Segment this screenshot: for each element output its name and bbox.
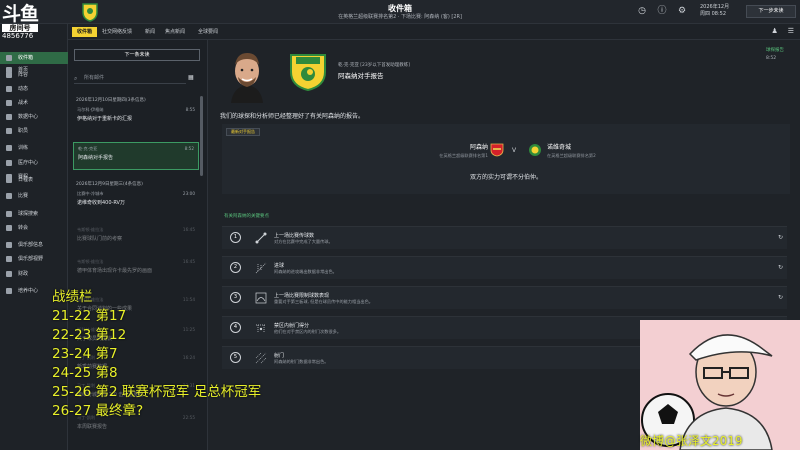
record-line: 26-27 最终章? [52, 403, 144, 419]
nav-item-data-hub[interactable]: 数据中心 [0, 111, 68, 123]
team-a[interactable]: 阿森纳 在英格兰超级联赛排名第1 [392, 142, 488, 159]
page-subtitle: 在英格兰超级联赛排名第2 · 下场比赛: 阿森纳 (客) [2R] [338, 14, 462, 20]
training-icon [6, 144, 12, 151]
message-intro: 我们的球探和分析师已经整理好了有关阿森纳的报告。 [220, 113, 365, 120]
record-line: 22-23 第12 [52, 327, 127, 343]
nav-item-club-vision[interactable]: 俱乐部视野 [0, 253, 68, 265]
search-input[interactable]: ⌕ 所有邮件 [74, 73, 186, 84]
tab-inbox[interactable]: 收件箱 [72, 27, 98, 37]
pass-icon [255, 232, 267, 244]
key-points-title: 有关阿森纳的关键要点 [224, 214, 269, 219]
versus-label: V [512, 147, 517, 154]
streamer-avatar-illustration [640, 320, 800, 450]
fm-window: 收件箱 在英格兰超级联赛排名第2 · 下场比赛: 阿森纳 (客) [2R] ◷ … [0, 0, 800, 450]
list-item[interactable]: 马尔科·伊格纳 伊格纳对于重新卡的汇报 8:55 [73, 104, 199, 132]
date-group-header: 2026年12月10日星期四(3条信息) [76, 98, 146, 103]
douyu-logo: 斗鱼 [2, 3, 39, 25]
list-item[interactable]: 韦斯顿·维拉法 德甲体育场出现许卡最先罗的画面 16:45 [73, 256, 199, 284]
vision-icon [6, 255, 12, 262]
norwich-small-crest-icon [529, 144, 541, 156]
record-line: 25-26 第2 联赛杯冠军 足总杯冠军 [52, 384, 262, 400]
list-item[interactable]: 韦斯顿·维拉法 比赛球队门前的考察 16:45 [73, 224, 199, 252]
douyu-watermark: 斗鱼 房间号 4856776 [2, 3, 39, 44]
arsenal-crest-icon [490, 143, 504, 157]
team-b[interactable]: 诺维奇城 在英格兰超级联赛排名第2 [547, 142, 647, 159]
scouting-icon [6, 210, 12, 217]
record-line: 21-22 第17 [52, 308, 127, 324]
refresh-icon[interactable]: ↻ [778, 234, 783, 241]
club-info-icon [6, 241, 12, 248]
top-bar: 收件箱 在英格兰超级联赛排名第2 · 下场比赛: 阿森纳 (客) [2R] ◷ … [0, 0, 800, 24]
inbox-scrollbar[interactable] [200, 96, 203, 176]
nav-item-transfers[interactable]: 转会 [0, 222, 68, 234]
message-sender: 乾·克·克亚 [23岁以下首发助理教练] [338, 63, 411, 68]
staff-icon [6, 127, 12, 134]
trophy-icon [6, 192, 12, 199]
nav-item-scouting[interactable]: 球探搜索 [0, 208, 68, 220]
clock-icon[interactable]: ◷ [636, 5, 648, 17]
medical-icon [6, 159, 12, 166]
norwich-crest-icon [290, 54, 326, 92]
sender-avatar[interactable] [225, 47, 269, 103]
nav-item-dynamics[interactable]: 动态 [0, 83, 68, 95]
filter-icon[interactable]: ▦ [188, 74, 194, 81]
game-date: 2026年12月 周四 08:52 [700, 4, 730, 17]
chart-icon [6, 113, 12, 120]
record-line: 24-25 第8 [52, 365, 118, 381]
refresh-icon[interactable]: ↻ [778, 294, 783, 301]
latest-report-badge[interactable]: 最新对手报告 [226, 128, 260, 136]
list-item[interactable]: 比赛中·冷城市 诺维奇收到400-RV万 23:00 [73, 188, 199, 216]
nav-item-inbox[interactable]: 收件箱 [0, 52, 68, 64]
club-crest-icon[interactable] [80, 2, 100, 22]
next-unread-button[interactable]: 下一条未读 [74, 49, 200, 61]
matchup-summary: 双方的实力可谓不分伯仲。 [469, 174, 542, 181]
info-icon[interactable]: ⓘ [656, 5, 668, 17]
bell-icon[interactable]: ♟ [771, 27, 777, 35]
list-item-selected[interactable]: 乾·克·克亚 阿森纳对手报告 8:52 [73, 142, 199, 170]
search-icon: ⌕ [74, 75, 78, 82]
season-record-overlay: 战绩栏 21-22 第17 22-23 第12 23-24 第7 24-25 第… [52, 288, 322, 421]
goal-icon [255, 262, 267, 274]
refresh-icon[interactable]: ↻ [778, 264, 783, 271]
key-point[interactable]: 1 上一场比赛传球数 对方在比赛中完成了大量传球。 ↻ [222, 226, 787, 249]
squad-icon [6, 71, 12, 78]
nav-item-staff[interactable]: 职员 [0, 125, 68, 137]
dynamics-icon [6, 85, 12, 92]
tab-news[interactable]: 新闻 [140, 27, 160, 37]
continue-button[interactable]: 下一步未读 [746, 5, 796, 18]
menu-icon[interactable]: ☰ [788, 27, 794, 35]
finances-icon [6, 270, 12, 277]
message-time: 8:52 [766, 56, 777, 61]
nav-item-squad[interactable]: 阵容 [0, 69, 68, 81]
search-placeholder: 所有邮件 [84, 75, 105, 81]
message-meta: 球探报告 8:52 [766, 47, 784, 63]
message-subject: 阿森纳对手报告 [338, 72, 384, 80]
nav-item-calendar[interactable]: 日程表 [0, 174, 68, 186]
message-label: 球探报告 [766, 48, 784, 53]
matchup-panel: 最新对手报告 阿森纳 在英格兰超级联赛排名第1 V 诺维奇城 在英格兰超级联赛排… [222, 124, 790, 194]
development-icon [6, 287, 12, 294]
nav-item-medical[interactable]: 医疗中心 [0, 157, 68, 169]
nav-item-finances[interactable]: 财政 [0, 268, 68, 280]
nav-item-tactics[interactable]: 战术 [0, 97, 68, 109]
tab-world-news[interactable]: 全球要闻 [193, 27, 223, 37]
nav-item-match[interactable]: 比赛 [0, 190, 68, 202]
tab-headlines[interactable]: 焦点新闻 [160, 27, 190, 37]
key-point[interactable]: 2 进球 阿森纳的进攻端出数据非常出色。 ↻ [222, 256, 787, 279]
nav-item-training[interactable]: 训练 [0, 142, 68, 154]
tab-social-feedback[interactable]: 社交网络反馈 [97, 27, 137, 37]
record-line: 23-24 第7 [52, 346, 118, 362]
record-title: 战绩栏 [52, 289, 93, 305]
date-group-header: 2026年12月9日星期三(4条信息) [76, 182, 143, 187]
transfers-icon [6, 224, 12, 231]
tab-bar: 收件箱 社交网络反馈 新闻 焦点新闻 全球要闻 ♟ ☰ [68, 24, 800, 40]
calendar-icon [6, 176, 12, 183]
room-number: 4856776 [2, 32, 34, 40]
weibo-handle: 微博@张泽文2019 [640, 434, 743, 448]
nav-item-club-info[interactable]: 俱乐部信息 [0, 239, 68, 251]
inbox-icon [6, 54, 12, 61]
room-label: 房间号 [2, 24, 38, 32]
tactics-icon [6, 99, 12, 106]
settings-icon[interactable]: ⚙ [676, 5, 688, 17]
